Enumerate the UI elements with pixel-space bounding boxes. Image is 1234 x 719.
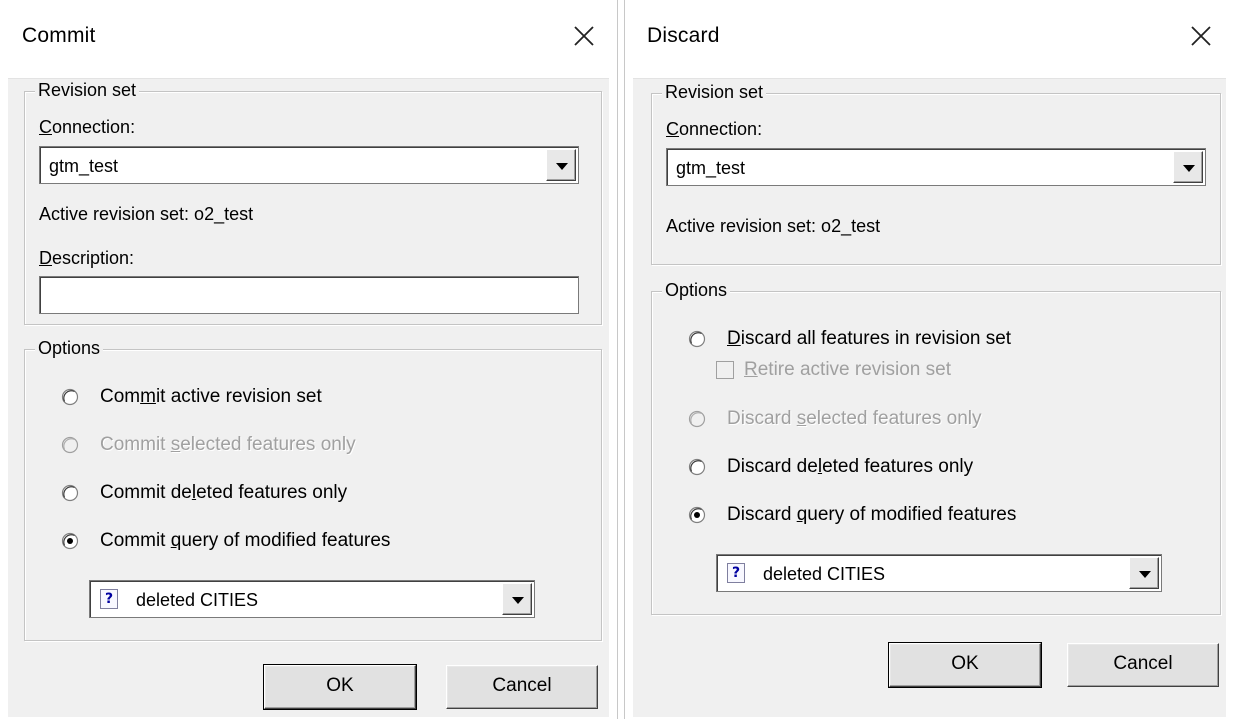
discard-query-dropdown-button[interactable] — [1129, 557, 1159, 589]
commit-connection-dropdown-button[interactable] — [546, 149, 576, 181]
radio-button[interactable] — [61, 388, 79, 406]
discard-connection-combobox[interactable]: gtm_test — [666, 148, 1206, 186]
discard-revision-set-group: Revision set Connection: gtm_test Active… — [651, 82, 1221, 265]
commit-description-input[interactable] — [39, 276, 579, 314]
commit-connection-value: gtm_test — [49, 156, 119, 176]
discard-retire-label: Retire active revision set — [744, 359, 951, 380]
commit-option-label: Commit deleted features only — [100, 482, 348, 503]
radio-button — [688, 410, 706, 428]
commit-title: Commit — [22, 24, 96, 47]
discard-revision-set-legend: Revision set — [662, 82, 767, 103]
discard-ok-button[interactable]: OK — [888, 642, 1042, 688]
discard-options-legend: Options — [662, 280, 731, 301]
commit-connection-label: Connection: — [39, 117, 136, 137]
query-icon: ? — [727, 563, 745, 583]
discard-close-icon[interactable] — [1183, 16, 1219, 56]
discard-titlebar: Discard — [625, 0, 1234, 78]
retire-checkbox — [716, 361, 734, 379]
commit-query-value: deleted CITIES — [136, 590, 259, 610]
commit-options-legend: Options — [35, 338, 104, 359]
commit-titlebar: Commit — [0, 0, 617, 78]
commit-query-combobox[interactable]: ? deleted CITIES — [89, 580, 535, 618]
radio-button-selected[interactable] — [688, 506, 706, 524]
discard-cancel-button[interactable]: Cancel — [1067, 643, 1219, 687]
commit-cancel-button[interactable]: Cancel — [446, 665, 598, 709]
discard-options-group: Options Discard all features in revision… — [651, 280, 1221, 615]
discard-connection-value: gtm_test — [676, 158, 746, 178]
commit-active-revision-label: Active revision set: o2_test — [39, 204, 254, 224]
radio-button-selected[interactable] — [61, 532, 79, 550]
commit-revision-set-group: Revision set Connection: gtm_test Active… — [24, 80, 602, 325]
discard-active-revision-label: Active revision set: o2_test — [666, 216, 881, 236]
discard-client-area: Revision set Connection: gtm_test Active… — [633, 78, 1226, 717]
discard-connection-label: Connection: — [666, 119, 763, 139]
query-icon: ? — [100, 589, 118, 609]
commit-option-label: Commit query of modified features — [100, 530, 391, 551]
commit-revision-set-legend: Revision set — [35, 80, 140, 101]
discard-query-value: deleted CITIES — [763, 564, 886, 584]
commit-close-icon[interactable] — [566, 16, 602, 56]
discard-dialog: Discard Revision set Connection: gtm_tes… — [624, 0, 1234, 719]
discard-connection-dropdown-button[interactable] — [1173, 151, 1203, 183]
commit-option-label: Commit active revision set — [100, 386, 322, 407]
discard-option-label: Discard selected features only — [727, 408, 982, 429]
radio-button — [61, 436, 79, 454]
discard-option-label: Discard all features in revision set — [727, 328, 1012, 349]
commit-connection-combobox[interactable]: gtm_test — [39, 146, 579, 184]
chevron-down-icon — [556, 163, 568, 170]
commit-description-label: Description: — [39, 248, 135, 268]
commit-client-area: Revision set Connection: gtm_test Active… — [8, 78, 609, 717]
chevron-down-icon — [512, 597, 524, 604]
radio-button[interactable] — [688, 330, 706, 348]
commit-option-label: Commit selected features only — [100, 434, 356, 455]
radio-button[interactable] — [688, 458, 706, 476]
commit-ok-button[interactable]: OK — [263, 664, 417, 710]
commit-dialog: Commit Revision set Connection: gtm_test… — [0, 0, 618, 719]
discard-title: Discard — [647, 24, 720, 47]
chevron-down-icon — [1183, 165, 1195, 172]
commit-options-group: Options Commit active revision set Commi… — [24, 338, 602, 641]
chevron-down-icon — [1139, 571, 1151, 578]
discard-option-label: Discard query of modified features — [727, 504, 1017, 525]
commit-query-dropdown-button[interactable] — [502, 583, 532, 615]
discard-option-label: Discard deleted features only — [727, 456, 974, 477]
discard-query-combobox[interactable]: ? deleted CITIES — [716, 554, 1162, 592]
radio-button[interactable] — [61, 484, 79, 502]
